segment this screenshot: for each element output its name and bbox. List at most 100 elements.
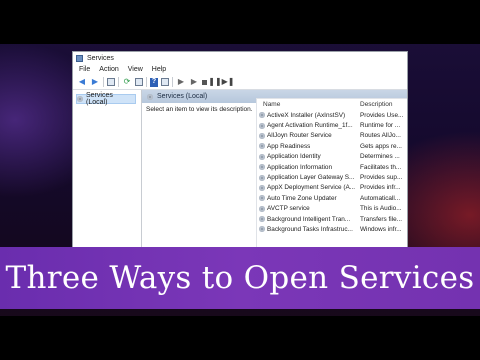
service-description: Runtime for ... (360, 122, 401, 130)
service-name-cell: Background Tasks Infrastruc... (257, 226, 360, 233)
service-name-cell: AppX Deployment Service (A... (257, 184, 360, 191)
toolbar-separator (172, 77, 173, 87)
toolbar-separator (103, 77, 104, 87)
content-area: Services (Local) Services (Local) Select… (73, 90, 407, 250)
gear-icon (259, 226, 265, 233)
pause-icon[interactable]: ❚❚ (208, 77, 221, 87)
service-name: Background Tasks Infrastruc... (267, 225, 353, 233)
toolbar-separator (118, 77, 119, 87)
stop-icon[interactable] (202, 79, 207, 85)
service-name: Application Identity (267, 153, 321, 161)
service-rows: ActiveX Installer (AxInstSV) Provides Use… (257, 110, 407, 235)
service-name-cell: Application Information (257, 164, 360, 171)
service-name-cell: Auto Time Zone Updater (257, 195, 360, 202)
refresh-icon[interactable]: ⟳ (122, 77, 132, 87)
service-name-cell: Application Layer Gateway S... (257, 174, 360, 181)
menu-action[interactable]: Action (99, 66, 118, 73)
service-name: App Readiness (267, 142, 311, 150)
gear-icon (259, 143, 265, 150)
service-name-cell: Background Intelligent Tran... (257, 216, 360, 223)
gear-icon (259, 132, 265, 139)
service-name-cell: AllJoyn Router Service (257, 132, 360, 139)
menu-file[interactable]: File (79, 66, 90, 73)
table-row[interactable]: Application Identity Determines ... (257, 152, 407, 162)
table-row[interactable]: Background Tasks Infrastruc... Windows in… (257, 224, 407, 234)
description-pane: Select an item to view its description. (146, 106, 253, 113)
gear-icon (147, 93, 153, 100)
services-list: Name Description ActiveX Installer (AxIn… (256, 98, 407, 250)
console-tree: Services (Local) (73, 90, 142, 250)
tree-item-services-local[interactable]: Services (Local) (76, 92, 136, 106)
service-name-cell: ActiveX Installer (AxInstSV) (257, 112, 360, 119)
window-title: Services (87, 54, 114, 62)
back-icon[interactable]: ◀ (77, 77, 87, 87)
gear-icon (259, 216, 265, 223)
services-window: Services File Action View Help ◀ ▶ ⟳ ? ▶… (72, 51, 408, 251)
service-name: AVCTP service (267, 205, 310, 213)
service-name: Background Intelligent Tran... (267, 215, 351, 223)
service-description: Transfers file... (360, 215, 403, 223)
export-icon[interactable] (135, 78, 143, 86)
pane-header-title: Services (Local) (157, 93, 208, 100)
service-description: Gets apps re... (360, 142, 402, 150)
service-name: AllJoyn Router Service (267, 132, 332, 140)
toolbar: ◀ ▶ ⟳ ? ▶ ▶ ❚❚ ▶❚ (73, 75, 407, 90)
table-row[interactable]: Application Information Facilitates th... (257, 162, 407, 172)
service-description: Facilitates th... (360, 163, 402, 171)
service-name-cell: Agent Activation Runtime_1f... (257, 122, 360, 129)
table-row[interactable]: AppX Deployment Service (A... Provides in… (257, 183, 407, 193)
table-row[interactable]: Agent Activation Runtime_1f... Runtime fo… (257, 120, 407, 130)
title-banner: Three Ways to Open Services (0, 247, 480, 309)
gear-icon (259, 164, 265, 171)
service-name: Agent Activation Runtime_1f... (267, 122, 353, 130)
gear-icon (259, 112, 265, 119)
menu-help[interactable]: Help (152, 66, 166, 73)
table-row[interactable]: Background Intelligent Tran... Transfers … (257, 214, 407, 224)
services-app-icon (76, 54, 83, 62)
gear-icon (259, 184, 265, 191)
service-description: This is Audio... (360, 205, 402, 213)
gear-icon (259, 122, 265, 129)
service-description: Automaticall... (360, 194, 401, 202)
service-name: Application Information (267, 163, 333, 171)
table-row[interactable]: AllJoyn Router Service Routes AllJo... (257, 131, 407, 141)
menu-bar: File Action View Help (73, 64, 407, 75)
banner-title: Three Ways to Open Services (5, 260, 475, 296)
service-name-cell: AVCTP service (257, 205, 360, 212)
gear-icon (259, 205, 265, 212)
title-bar[interactable]: Services (73, 52, 407, 64)
service-description: Provides infr... (360, 184, 401, 192)
service-description: Routes AllJo... (360, 132, 401, 140)
service-description: Provides sup... (360, 174, 403, 182)
table-row[interactable]: Auto Time Zone Updater Automaticall... (257, 193, 407, 203)
console-tree-icon[interactable] (107, 78, 115, 86)
table-row[interactable]: AVCTP service This is Audio... (257, 204, 407, 214)
menu-view[interactable]: View (128, 66, 143, 73)
table-row[interactable]: App Readiness Gets apps re... (257, 141, 407, 151)
service-name: AppX Deployment Service (A... (267, 184, 356, 192)
help-icon[interactable]: ? (150, 77, 158, 87)
gear-icon (77, 96, 83, 102)
service-name: Auto Time Zone Updater (267, 194, 337, 202)
service-name-cell: Application Identity (257, 153, 360, 160)
forward-icon[interactable]: ▶ (90, 77, 100, 87)
toolbar-separator (146, 77, 147, 87)
column-header-description[interactable]: Description (360, 101, 407, 108)
service-name: Application Layer Gateway S... (267, 174, 355, 182)
gear-icon (259, 195, 265, 202)
table-row[interactable]: Application Layer Gateway S... Provides s… (257, 172, 407, 182)
gear-icon (259, 174, 265, 181)
properties-icon[interactable] (161, 78, 169, 86)
table-row[interactable]: ActiveX Installer (AxInstSV) Provides Use… (257, 110, 407, 120)
start-alt-icon[interactable]: ▶ (189, 77, 199, 87)
start-icon[interactable]: ▶ (176, 77, 186, 87)
gear-icon (259, 153, 265, 160)
tree-item-label: Services (Local) (86, 92, 113, 106)
service-name-cell: App Readiness (257, 143, 360, 150)
service-description: Determines ... (360, 153, 400, 161)
service-description: Windows infr... (360, 225, 402, 233)
letterbox-bottom (0, 316, 480, 360)
column-header-name[interactable]: Name (257, 101, 360, 108)
service-description: Provides Use... (360, 111, 404, 119)
restart-icon[interactable]: ▶❚ (222, 77, 235, 87)
